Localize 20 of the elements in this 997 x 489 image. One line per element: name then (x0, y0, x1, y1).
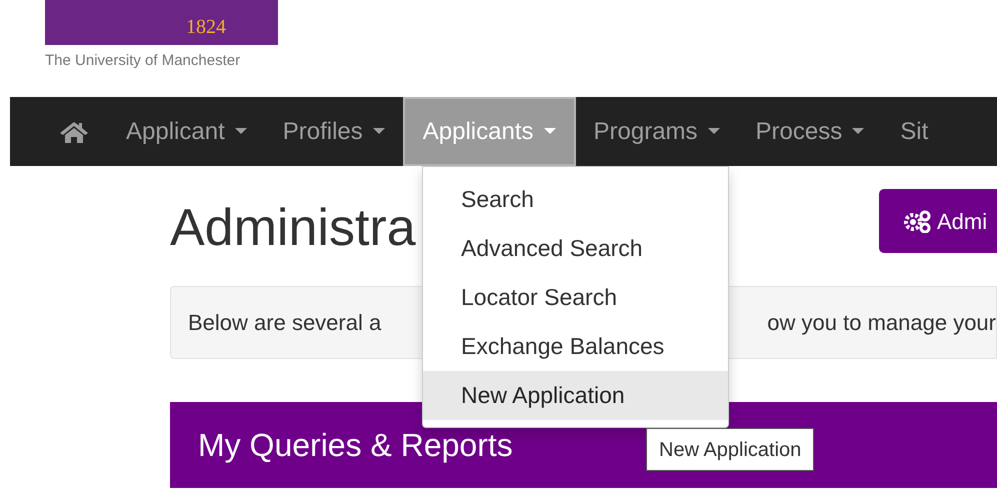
nav-menu[interactable]: Profiles (264, 97, 403, 166)
menu-item[interactable]: Exchange Balances (423, 322, 728, 371)
nav-menu[interactable]: Programs (576, 97, 738, 166)
logo-caption: The University of Manchester (45, 51, 242, 71)
intro-text: Below are several a (188, 309, 382, 337)
tooltip: New Application (646, 428, 814, 471)
nav-menu[interactable]: Process (738, 97, 882, 166)
menu-item[interactable]: Locator Search (423, 273, 728, 322)
menu-item[interactable]: Advanced Search (423, 224, 728, 273)
home-icon[interactable] (59, 120, 89, 144)
logo-year: 1824 (186, 15, 226, 39)
page-heading: Administra (170, 202, 416, 254)
admin-button[interactable]: Admi (879, 189, 997, 253)
menu-item[interactable]: New Application (423, 371, 728, 420)
menu-item[interactable]: Search (423, 175, 728, 224)
gears-icon (903, 209, 933, 233)
intro-text: ow you to manage your (767, 309, 996, 337)
nav-menu[interactable]: Sit (882, 97, 946, 166)
panel-title: My Queries & Reports (198, 426, 513, 465)
nav-menu[interactable]: Applicant (108, 97, 265, 166)
